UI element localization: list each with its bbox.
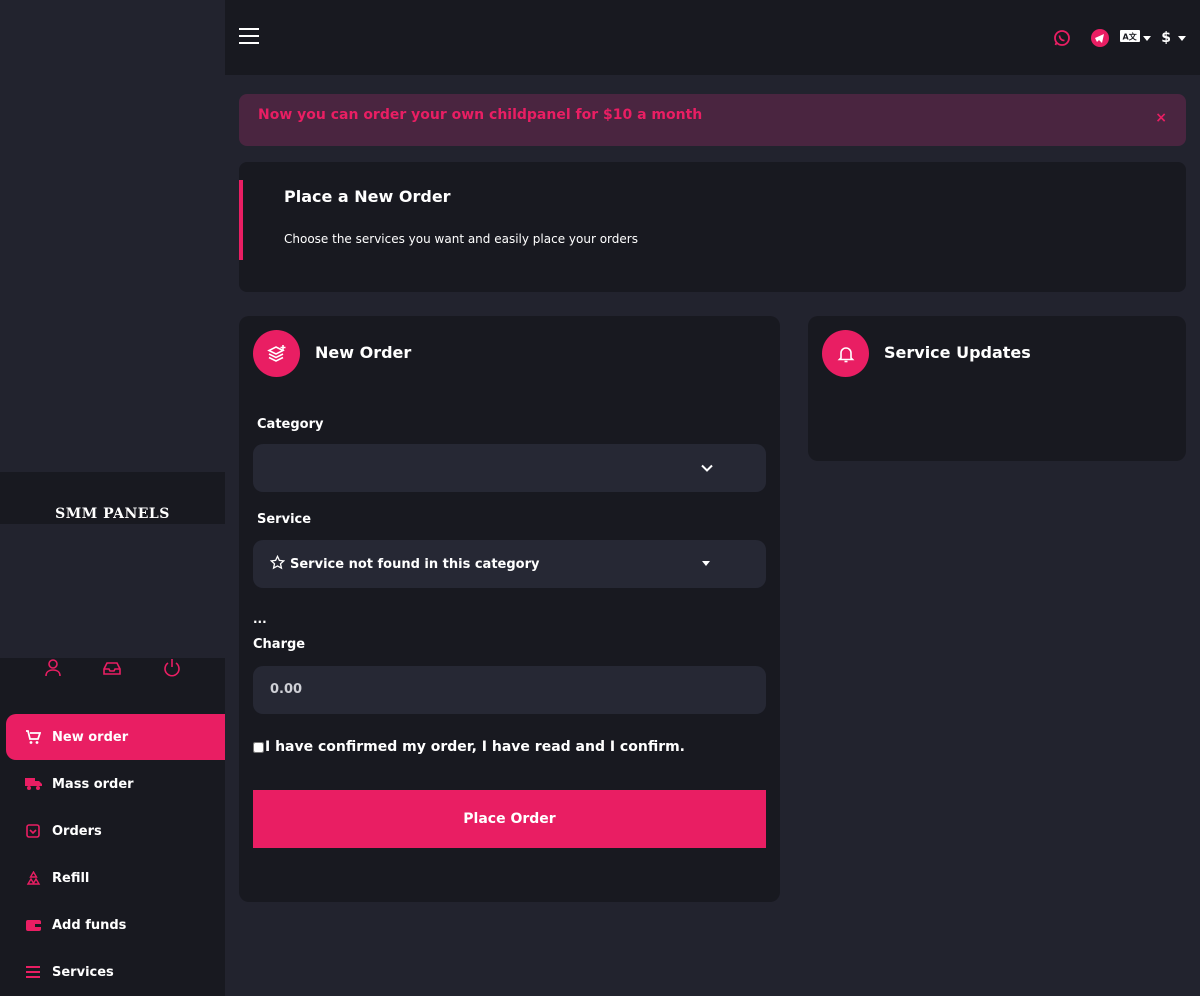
layers-plus-icon bbox=[253, 330, 300, 377]
power-icon[interactable] bbox=[162, 658, 182, 678]
sidebar-item-label: Refill bbox=[52, 870, 90, 886]
user-icon[interactable] bbox=[43, 658, 63, 678]
close-icon[interactable]: × bbox=[1155, 110, 1167, 126]
whatsapp-icon[interactable] bbox=[1052, 28, 1072, 48]
service-select[interactable]: Service not found in this category bbox=[253, 540, 766, 588]
truck-icon bbox=[24, 775, 42, 793]
sidebar-item-new-order[interactable]: New order bbox=[6, 714, 225, 760]
service-updates-card: Service Updates bbox=[808, 316, 1186, 461]
sidebar: SMM PANELS New order Mass order Orders R… bbox=[0, 0, 225, 996]
place-order-button[interactable]: Place Order bbox=[253, 790, 766, 848]
sidebar-item-mass-order[interactable]: Mass order bbox=[6, 761, 225, 807]
cart-plus-icon bbox=[24, 728, 42, 746]
service-description: ... bbox=[253, 612, 267, 626]
currency-symbol: $ bbox=[1161, 30, 1171, 46]
topbar-actions: A文 $ bbox=[1052, 26, 1186, 50]
sidebar-item-label: Add funds bbox=[52, 917, 127, 933]
sidebar-item-label: Orders bbox=[52, 823, 102, 839]
sidebar-item-label: Services bbox=[52, 964, 114, 980]
recycle-icon bbox=[24, 869, 42, 887]
sidebar-item-orders[interactable]: Orders bbox=[6, 808, 225, 854]
category-select[interactable] bbox=[253, 444, 766, 492]
language-icon: A文 bbox=[1120, 29, 1141, 47]
chevron-down-icon bbox=[700, 460, 714, 474]
page-title: Place a New Order bbox=[284, 187, 451, 206]
page-header-card: Place a New Order Choose the services yo… bbox=[239, 162, 1186, 292]
currency-dropdown[interactable]: $ bbox=[1161, 30, 1186, 46]
alert-text: Now you can order your own childpanel fo… bbox=[258, 107, 703, 123]
chevron-down-icon bbox=[1178, 35, 1186, 41]
logo[interactable]: SMM PANELS bbox=[0, 506, 225, 522]
charge-field: 0.00 bbox=[253, 666, 766, 714]
list-icon bbox=[24, 963, 42, 981]
charge-value: 0.00 bbox=[270, 682, 303, 697]
service-value: Service not found in this category bbox=[290, 557, 540, 572]
service-selected: Service not found in this category bbox=[269, 554, 540, 574]
svg-text:A文: A文 bbox=[1123, 32, 1138, 42]
language-dropdown[interactable]: A文 bbox=[1120, 29, 1152, 47]
sidebar-item-label: Mass order bbox=[52, 776, 134, 792]
card-title: Service Updates bbox=[884, 343, 1031, 362]
user-actions bbox=[0, 658, 225, 680]
card-title: New Order bbox=[315, 343, 412, 362]
telegram-icon[interactable] bbox=[1090, 28, 1110, 48]
accent-bar bbox=[239, 180, 243, 260]
sidebar-item-services[interactable]: Services bbox=[6, 949, 225, 995]
box-icon bbox=[24, 822, 42, 840]
chevron-down-icon bbox=[1143, 35, 1152, 41]
page-description: Choose the services you want and easily … bbox=[284, 232, 638, 246]
topbar: A文 $ bbox=[225, 0, 1200, 75]
bell-icon bbox=[822, 330, 869, 377]
sidebar-item-label: New order bbox=[52, 729, 129, 745]
confirm-label: I have confirmed my order, I have read a… bbox=[265, 739, 685, 755]
new-order-card: New Order Category Service Service not f… bbox=[239, 316, 780, 902]
confirm-checkbox[interactable] bbox=[253, 741, 264, 753]
side-menu: New order Mass order Orders Refill Add f… bbox=[0, 658, 225, 996]
charge-label: Charge bbox=[253, 637, 306, 652]
wallet-icon bbox=[24, 916, 42, 934]
sidebar-item-refill[interactable]: Refill bbox=[6, 855, 225, 901]
confirm-checkbox-row[interactable]: I have confirmed my order, I have read a… bbox=[253, 739, 685, 755]
promo-alert: Now you can order your own childpanel fo… bbox=[239, 94, 1186, 146]
category-label: Category bbox=[257, 417, 324, 432]
service-label: Service bbox=[257, 512, 312, 527]
sidebar-item-add-funds[interactable]: Add funds bbox=[6, 902, 225, 948]
chevron-down-icon bbox=[702, 561, 710, 566]
inbox-icon[interactable] bbox=[102, 658, 122, 678]
star-icon bbox=[269, 554, 286, 574]
menu-toggle-icon[interactable] bbox=[239, 28, 259, 46]
